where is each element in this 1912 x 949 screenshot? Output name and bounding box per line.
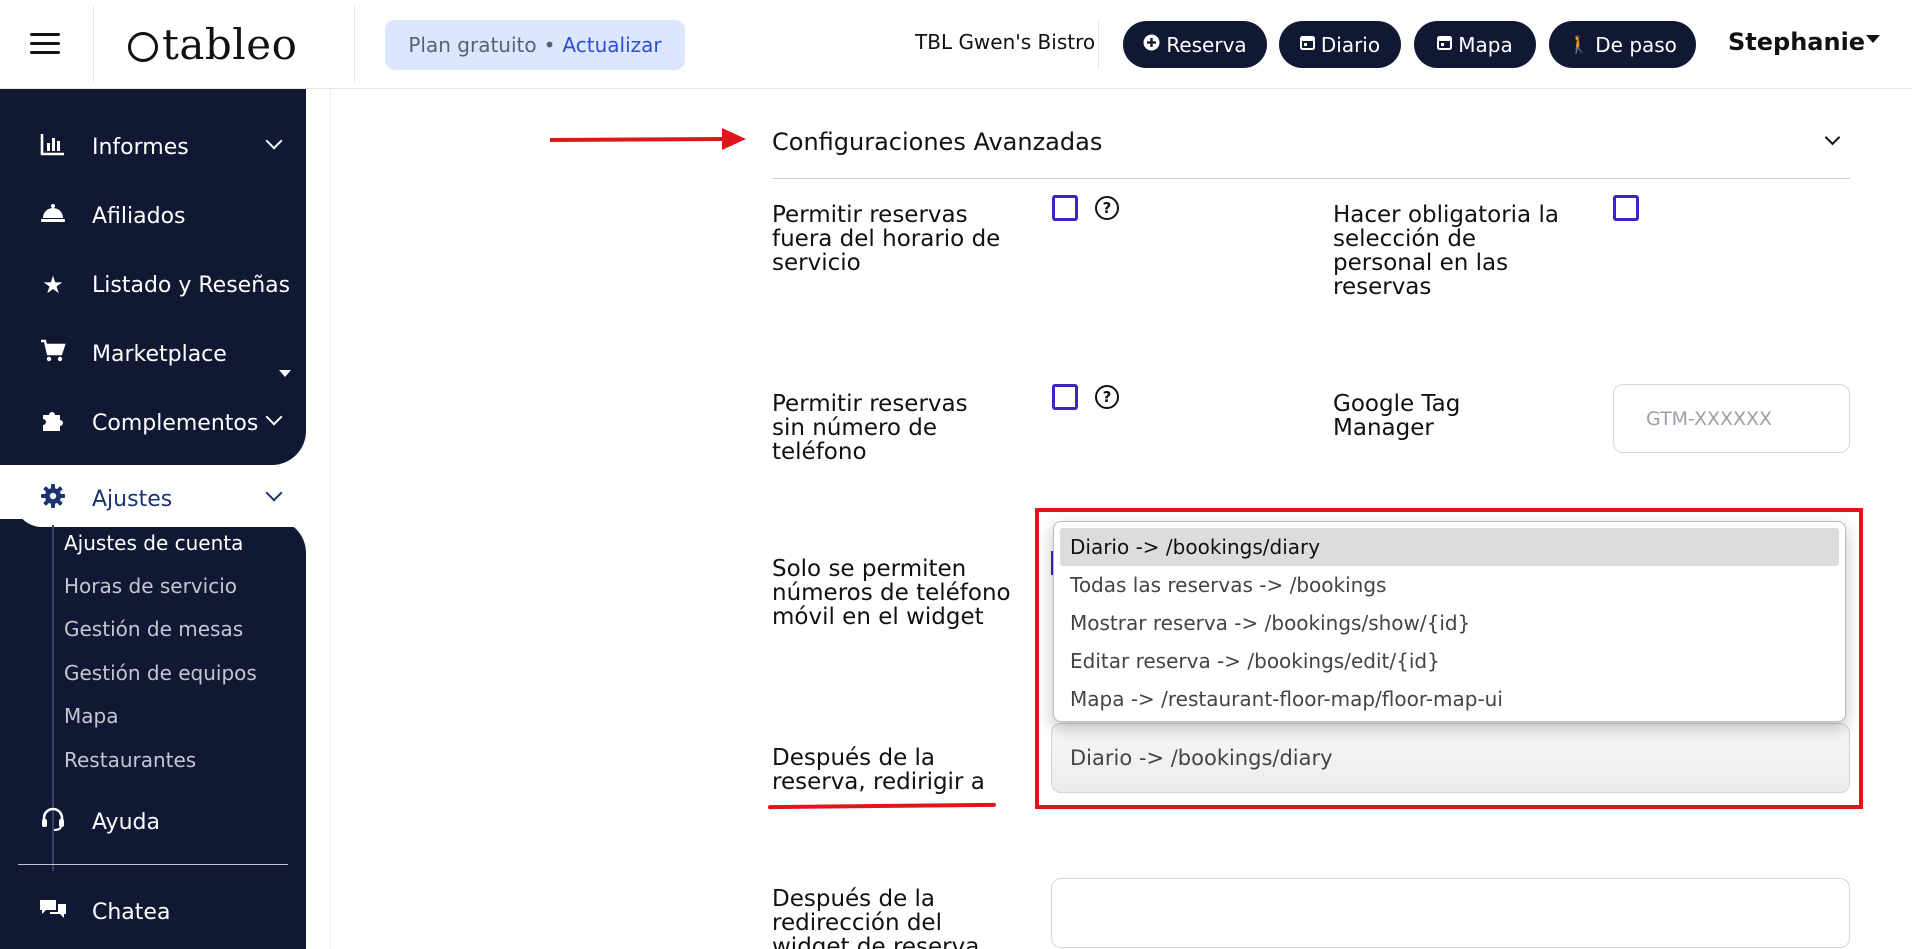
staff-required-checkbox[interactable]	[1613, 195, 1639, 221]
no-phone-checkbox[interactable]	[1052, 384, 1078, 410]
sidebar-item-label: Listado y Reseñas	[92, 272, 291, 298]
new-booking-button[interactable]: Reserva	[1123, 21, 1267, 68]
map-label: Mapa	[1458, 32, 1513, 57]
plan-label: Plan gratuito	[408, 33, 537, 57]
chevron-down-icon	[265, 408, 283, 426]
sidebar-item-label: Informes	[92, 134, 189, 160]
chevron-down-icon	[265, 132, 283, 150]
redirect-dropdown-list: Diario -> /bookings/diary Todas las rese…	[1053, 521, 1846, 722]
tableo-logo[interactable]: tableo	[128, 18, 297, 70]
cart-icon	[38, 339, 68, 369]
sidebar-item-marketplace[interactable]: Marketplace	[0, 326, 306, 382]
sidebar-item-afiliados[interactable]: Afiliados	[0, 188, 306, 244]
gear-icon	[38, 483, 68, 515]
out-of-hours-checkbox[interactable]	[1052, 195, 1078, 221]
out-of-hours-label: Permitir reservas fuera del horario de s…	[772, 202, 1001, 276]
chat-icon	[38, 897, 68, 927]
submenu-horas-de-servicio[interactable]: Horas de servicio	[64, 574, 237, 598]
chevron-down-icon	[265, 484, 283, 502]
upgrade-link[interactable]: Actualizar	[562, 33, 661, 57]
gtm-input[interactable]	[1613, 384, 1850, 453]
divider	[93, 6, 94, 82]
redirect-selected-value: Diario -> /bookings/diary	[1070, 746, 1333, 770]
dropdown-option[interactable]: Mostrar reserva -> /bookings/show/{id}	[1060, 604, 1839, 642]
sidebar-item-chatea[interactable]: Chatea	[0, 884, 306, 940]
section-divider	[772, 178, 1850, 179]
dropdown-option[interactable]: Mapa -> /restaurant-floor-map/floor-map-…	[1060, 680, 1839, 718]
bar-chart-icon	[38, 132, 68, 162]
submenu-ajustes-de-cuenta[interactable]: Ajustes de cuenta	[64, 531, 243, 555]
plus-circle-icon	[1143, 34, 1160, 56]
sidebar-item-complementos[interactable]: Complementos	[0, 395, 306, 451]
submenu-gestion-de-equipos[interactable]: Gestión de equipos	[64, 661, 257, 685]
sidebar-item-label: Afiliados	[92, 203, 186, 229]
sidebar-item-label: Complementos	[92, 410, 259, 436]
redirect-select[interactable]: Diario -> /bookings/diary	[1051, 723, 1850, 793]
plan-badge: Plan gratuito • Actualizar	[385, 20, 685, 70]
plan-separator: •	[543, 33, 556, 57]
service-bell-icon	[38, 202, 68, 230]
hamburger-menu-icon[interactable]	[30, 33, 60, 55]
submenu-gestion-de-mesas[interactable]: Gestión de mesas	[64, 617, 243, 641]
caret-down-icon[interactable]	[1866, 35, 1880, 43]
star-icon: ★	[42, 271, 64, 299]
submenu-restaurantes[interactable]: Restaurantes	[64, 748, 196, 772]
sidebar-item-label: Ayuda	[92, 809, 160, 835]
widget-redirect-label: Después de la redirección del widget de …	[772, 886, 980, 949]
redirect-label: Después de la reserva, redirigir a	[772, 745, 985, 795]
calendar-icon	[1437, 35, 1453, 55]
diary-label: Diario	[1320, 32, 1381, 57]
calendar-icon	[1299, 35, 1315, 55]
divider	[354, 6, 355, 82]
new-booking-label: Reserva	[1166, 32, 1247, 57]
widget-redirect-input[interactable]	[1051, 878, 1850, 948]
user-menu[interactable]: Stephanie	[1728, 28, 1865, 56]
sidebar-item-informes[interactable]: Informes	[0, 119, 306, 175]
dropdown-option[interactable]: Todas las reservas -> /bookings	[1060, 566, 1839, 604]
mobile-only-label: Solo se permiten números de teléfono móv…	[772, 556, 1011, 630]
walking-icon: 🚶	[1568, 34, 1590, 55]
staff-required-label: Hacer obligatoria la selección de person…	[1333, 202, 1559, 300]
headset-icon	[38, 806, 68, 838]
diary-button[interactable]: Diario	[1279, 21, 1401, 68]
sidebar-divider	[18, 864, 288, 865]
puzzle-icon	[38, 408, 68, 438]
top-bar: tableo Plan gratuito • Actualizar TBL Gw…	[0, 0, 1912, 89]
logo-ring	[128, 32, 158, 62]
sidebar-item-ayuda[interactable]: Ayuda	[0, 794, 306, 850]
sidebar-item-listado[interactable]: ★ Listado y Reseñas	[0, 257, 306, 313]
sidebar-item-label: Marketplace	[92, 341, 227, 367]
dropdown-option[interactable]: Diario -> /bookings/diary	[1060, 528, 1839, 566]
restaurant-name[interactable]: TBL Gwen's Bistro	[915, 30, 1095, 54]
map-button[interactable]: Mapa	[1414, 21, 1536, 68]
gtm-label: Google Tag Manager	[1333, 391, 1461, 441]
dropdown-option[interactable]: Editar reserva -> /bookings/edit/{id}	[1060, 642, 1839, 680]
submenu-mapa[interactable]: Mapa	[64, 704, 118, 728]
section-title[interactable]: Configuraciones Avanzadas	[772, 128, 1102, 156]
sidebar-item-ajustes[interactable]: Ajustes	[0, 471, 306, 527]
annotation-arrow	[550, 128, 746, 150]
sidebar: Informes Afiliados ★ Listado y Reseñas M…	[0, 89, 306, 949]
no-phone-label: Permitir reservas sin número de teléfono	[772, 391, 968, 465]
main-content	[330, 89, 1912, 949]
help-icon[interactable]: ?	[1095, 196, 1119, 220]
sidebar-item-label: Chatea	[92, 899, 171, 925]
help-icon[interactable]: ?	[1095, 385, 1119, 409]
logo-text: tableo	[162, 19, 298, 69]
walk-in-button[interactable]: 🚶 De paso	[1549, 21, 1696, 68]
walk-in-label: De paso	[1595, 32, 1677, 57]
divider	[1098, 20, 1099, 70]
sidebar-item-label: Ajustes	[92, 486, 173, 512]
